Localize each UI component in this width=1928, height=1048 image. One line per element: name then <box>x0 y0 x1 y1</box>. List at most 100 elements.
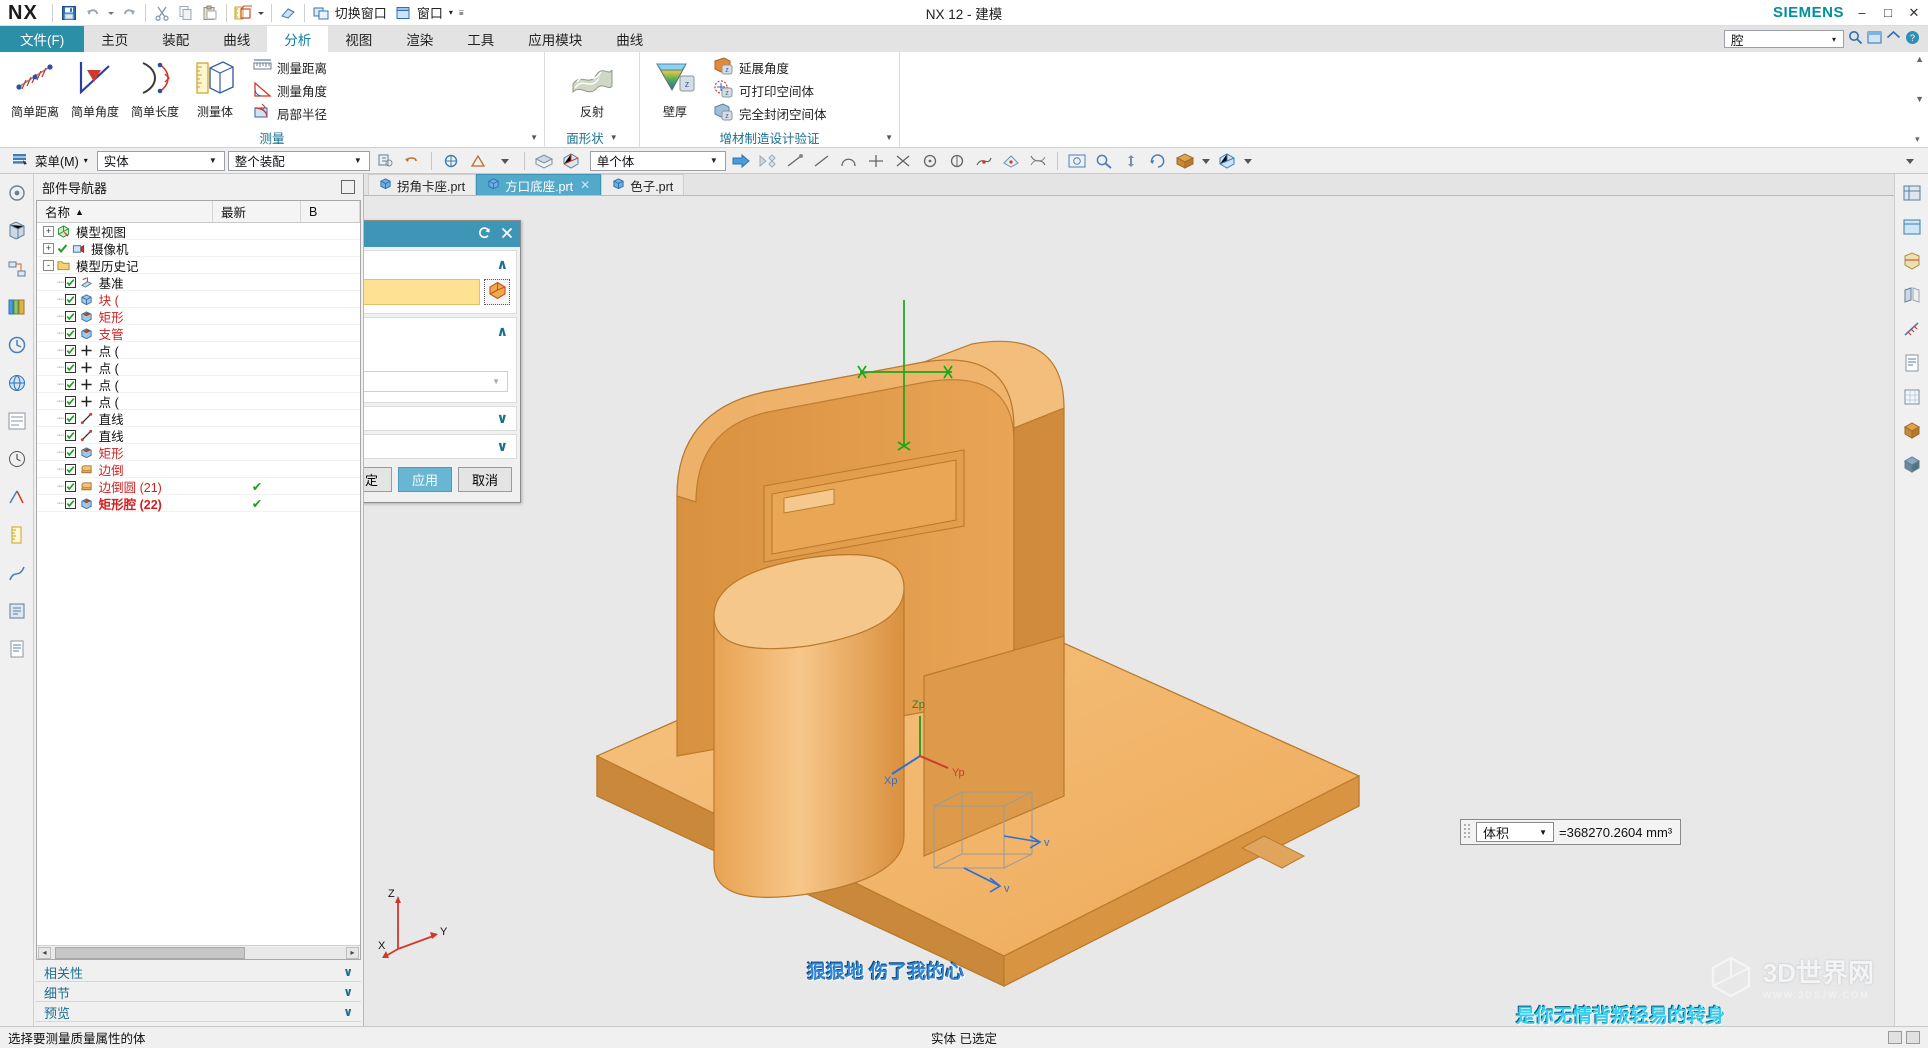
ok-button[interactable]: 确定 <box>364 467 392 492</box>
simple-length-button[interactable]: 简单长度 <box>125 56 185 122</box>
tree-row-checkbox[interactable] <box>64 276 76 288</box>
tree-row-checkbox[interactable] <box>64 327 76 339</box>
document-tab-0[interactable]: 拐角卡座.prt <box>368 174 477 195</box>
draft-angle-button[interactable]: z 延展角度 <box>709 56 831 78</box>
ribbon-tab-assembly[interactable]: 装配 <box>145 26 206 52</box>
tree-row-checkbox[interactable] <box>64 378 76 390</box>
measure-body-dialog[interactable]: 测量体 对象 <box>364 220 521 503</box>
cut-icon[interactable] <box>150 2 174 24</box>
selection-filter-combo[interactable]: 单个体 ▼ <box>589 150 726 171</box>
eraser-icon[interactable] <box>276 2 300 24</box>
line-icon[interactable] <box>810 150 834 172</box>
tree-column-latest[interactable]: 最新 <box>213 201 301 222</box>
tree-row[interactable]: ┈ 矩形 <box>37 308 360 325</box>
chevron-down-icon[interactable]: ▼ <box>1915 94 1924 104</box>
type-filter-combo[interactable]: 实体 ▼ <box>96 150 225 171</box>
simple-distance-button[interactable]: 简单距离 <box>5 56 65 122</box>
chevron-down-icon[interactable]: ∨ <box>497 410 508 427</box>
assembly-navigator-icon[interactable] <box>4 180 30 206</box>
search-icon[interactable] <box>1848 30 1863 48</box>
ribbon-tab-home[interactable]: 主页 <box>84 26 145 52</box>
undo-selection-icon[interactable] <box>400 150 424 172</box>
search-input[interactable]: 腔 ▾ <box>1724 30 1844 48</box>
ribbon-group-face-shape-label[interactable]: 面形状 ▼ <box>545 127 639 147</box>
chevron-down-icon[interactable]: ∨ <box>343 1005 353 1019</box>
chevron-down-icon[interactable]: ∨ <box>343 965 353 979</box>
analysis-palette-icon[interactable] <box>4 560 30 586</box>
arc-center-icon[interactable] <box>918 150 942 172</box>
tree-row[interactable]: ┈ 基准 <box>37 274 360 291</box>
ribbon-tab-file[interactable]: 文件(F) <box>0 26 85 52</box>
undo-icon[interactable] <box>81 2 105 24</box>
copy-icon[interactable] <box>174 2 198 24</box>
expand-icon[interactable]: + <box>43 242 54 254</box>
ribbon-group-am-validation-label[interactable]: 增材制造设计验证 ▼ <box>640 127 899 147</box>
measurement-result-box[interactable]: 体积 ▼ =368270.2604 mm³ <box>1460 819 1682 845</box>
tree-row[interactable]: ┈ 点 ( <box>37 376 360 393</box>
collapse-icon[interactable]: - <box>43 259 54 271</box>
reuse-library-icon[interactable] <box>4 294 30 320</box>
tree-row[interactable]: ┈ 点 ( <box>37 393 360 410</box>
ribbon-tab-tools[interactable]: 工具 <box>450 26 511 52</box>
tree-row-checkbox[interactable] <box>64 429 76 441</box>
measure-angle-button[interactable]: 测量角度 <box>249 79 331 101</box>
tree-row[interactable]: ┈ 块 ( <box>37 291 360 308</box>
tree-row-list[interactable]: + 模型视图 + 摄像机 - 模型历史记 ┈ 基准 ┈ 块 (┈ 矩形 ┈ 支管 ┈ 点 (┈ 点 (┈ 点 (… <box>37 223 360 945</box>
paste-icon[interactable] <box>198 2 222 24</box>
ribbon-tab-curve[interactable]: 曲线 <box>206 26 267 52</box>
point-on-face-icon[interactable] <box>999 150 1023 172</box>
window-button[interactable]: 窗口 ▾ ⩸ <box>391 2 468 24</box>
close-button[interactable]: ✕ <box>1906 5 1922 21</box>
chevron-down-icon[interactable]: ▼ <box>705 156 723 165</box>
tree-row[interactable]: + 摄像机 <box>37 240 360 257</box>
tree-row[interactable]: - 模型历史记 <box>37 257 360 274</box>
grid-snap-icon[interactable] <box>1899 384 1925 410</box>
document-tab-2[interactable]: 色子.prt <box>601 174 685 195</box>
select-body-icon-button[interactable] <box>484 279 510 305</box>
dark-shade-icon[interactable] <box>1899 452 1925 478</box>
window-mode-icon[interactable] <box>1867 30 1882 48</box>
measure-body-button[interactable]: 测量体 <box>185 56 245 122</box>
measure-icon[interactable] <box>231 2 255 24</box>
dialog-section-result-display[interactable]: 结果显示 ∨ <box>364 406 517 431</box>
quadrant-icon[interactable] <box>945 150 969 172</box>
local-radius-button[interactable]: 局部半径 <box>249 102 331 124</box>
chevron-down-icon[interactable]: ▾ <box>84 156 88 165</box>
navigator-section-细节[interactable]: 细节 ∨ <box>36 983 361 1002</box>
tree-row-checkbox[interactable] <box>57 242 68 254</box>
process-palette-icon[interactable] <box>4 598 30 624</box>
chevron-up-icon[interactable]: ∧ <box>497 256 508 273</box>
render-style-icon[interactable] <box>1899 418 1925 444</box>
zoom-icon[interactable] <box>1092 150 1116 172</box>
minimize-button[interactable]: – <box>1854 5 1870 20</box>
tree-row-checkbox[interactable] <box>64 310 76 322</box>
chevron-down-icon[interactable]: ▼ <box>204 156 222 165</box>
chevron-down-icon[interactable]: ▼ <box>349 156 367 165</box>
measure-result-icon[interactable] <box>1899 316 1925 342</box>
line-endpoint-icon[interactable] <box>783 150 807 172</box>
tree-row-checkbox[interactable] <box>64 293 76 305</box>
chevron-down-icon[interactable]: ▼ <box>610 133 618 142</box>
scroll-track[interactable] <box>51 946 346 959</box>
tree-row-checkbox[interactable] <box>64 344 76 356</box>
snap-point-icon[interactable] <box>466 150 490 172</box>
status-indicator-2-icon[interactable] <box>1906 1031 1920 1044</box>
tree-row-checkbox[interactable] <box>64 480 76 492</box>
tree-row[interactable]: + 模型视图 <box>37 223 360 240</box>
navigator-section-相关性[interactable]: 相关性 ∨ <box>36 963 361 982</box>
ribbon-tab-curve2[interactable]: 曲线 <box>599 26 660 52</box>
chevron-down-icon[interactable]: ▼ <box>487 377 505 386</box>
scroll-thumb[interactable] <box>55 946 245 959</box>
save-icon[interactable] <box>57 2 81 24</box>
view-manager-icon[interactable] <box>1899 214 1925 240</box>
tree-row-checkbox[interactable] <box>64 446 76 458</box>
two-curve-intersection-icon[interactable] <box>1026 150 1050 172</box>
tree-row[interactable]: ┈ 矩形腔 (22) ✔ <box>37 495 360 512</box>
associative-checkbox-row[interactable]: 关联 <box>364 344 516 369</box>
layer-settings-icon[interactable] <box>1899 180 1925 206</box>
intersection-icon[interactable] <box>891 150 915 172</box>
enclosed-volume-button[interactable]: z 完全封闭空间体 <box>709 102 831 124</box>
ribbon-group-measure-label[interactable]: 测量 ▼ <box>0 127 544 147</box>
measure-distance-button[interactable]: 测量距离 <box>249 56 331 78</box>
chevron-up-icon[interactable]: ▲ <box>1915 54 1924 64</box>
